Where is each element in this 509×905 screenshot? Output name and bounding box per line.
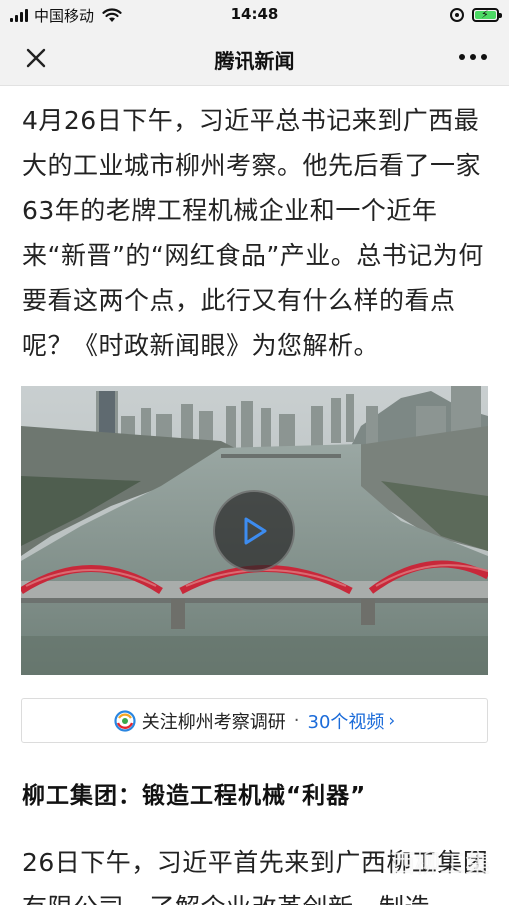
nav-bar: 腾讯新闻: [0, 30, 509, 86]
follow-separator: ·: [293, 710, 300, 731]
more-icon[interactable]: [459, 54, 487, 60]
battery-icon: ⚡: [472, 8, 502, 22]
video-count-link[interactable]: 30个视频: [308, 708, 385, 734]
chevron-right-icon: ›: [388, 710, 396, 731]
article-body: 26日下午，习近平首先来到广西柳工集团有限公司，了解企业改革创新、制造: [22, 848, 489, 905]
follow-topic-bar[interactable]: 关注柳州考察调研 · 30个视频 ›: [21, 698, 488, 743]
orientation-lock-icon: [450, 8, 464, 22]
article-intro: 4月26日下午，习近平总书记来到广西最大的工业城市柳州考察。他先后看了一家63年…: [22, 106, 484, 360]
follow-topic-label: 关注柳州考察调研: [141, 711, 286, 733]
play-icon: [244, 517, 267, 545]
page-title: 腾讯新闻: [214, 49, 295, 73]
play-button[interactable]: [213, 490, 295, 572]
status-time: 14:48: [230, 5, 279, 23]
status-right: ⚡: [450, 5, 502, 25]
section-heading: 柳工集团：锻造工程机械“利器”: [22, 783, 367, 809]
video-player[interactable]: [21, 386, 488, 675]
tencent-news-logo-icon: [114, 709, 136, 732]
status-bar: 中国移动 14:48 ⚡: [0, 0, 509, 30]
